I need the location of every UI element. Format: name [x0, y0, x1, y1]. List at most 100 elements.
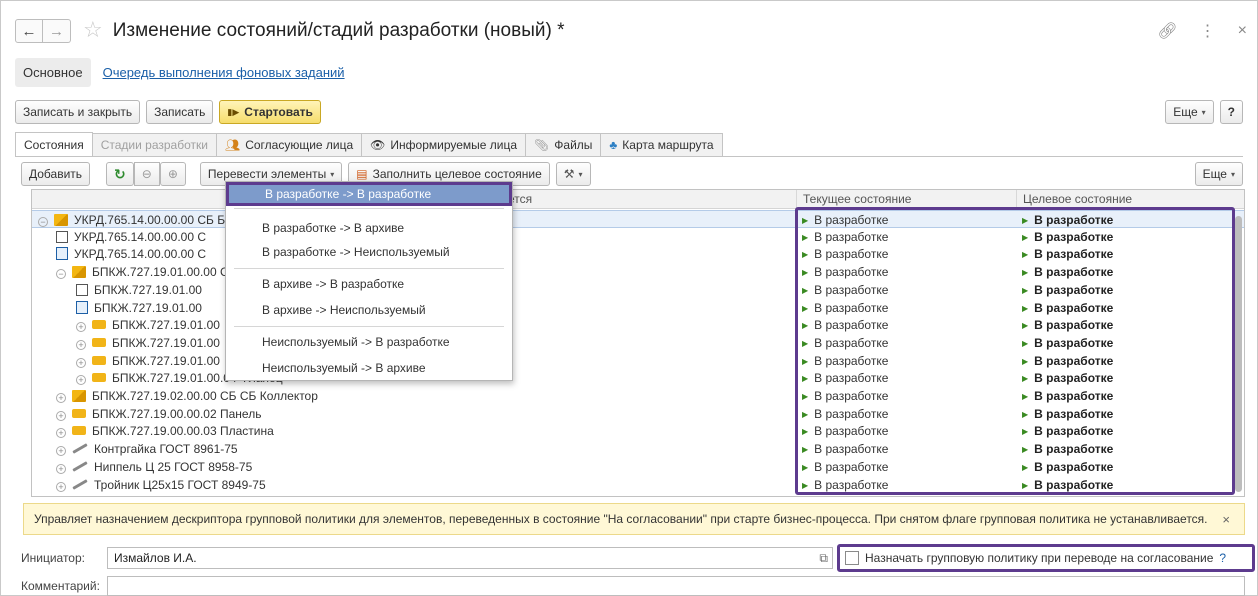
header-current[interactable]: Текущее состояние [796, 190, 1016, 209]
table-row[interactable]: БПКЖ.727.19.01.00 ▶ В разработке ▶ В разрабо… [32, 281, 1244, 299]
expand-node-icon[interactable]: + [76, 357, 86, 368]
tab-states[interactable]: Состояния [15, 132, 93, 156]
expand-node-icon[interactable]: + [56, 410, 66, 421]
open-icon[interactable]: ⧉ [819, 548, 828, 568]
expand-node-icon[interactable]: + [56, 481, 66, 492]
table-row[interactable]: + БПКЖ.727.19.00.00.03 Пластина ▶ В разрабо… [32, 422, 1244, 440]
table-row[interactable]: УКРД.765.14.00.00.00 С ▶ В разработке ▶ В ра… [32, 228, 1244, 246]
forward-button[interactable]: → [43, 19, 71, 43]
group-policy-label[interactable]: Назначать групповую политику при перевод… [865, 551, 1213, 565]
menu-item-dev-to-archive[interactable]: В разработке -> В архиве [226, 216, 512, 240]
tab-main[interactable]: Основное [15, 57, 91, 87]
help-icon[interactable]: ? [1219, 551, 1226, 565]
save-button[interactable]: Записать [146, 100, 214, 124]
table-row[interactable]: БПКЖ.727.19.01.00 ▶ В разработке ▶ В разрабо… [32, 299, 1244, 317]
table-row[interactable]: + БПКЖ.727.19.00.00.02 Панель ▶ В разработк… [32, 405, 1244, 423]
current-state-cell[interactable]: ▶ В разработке [796, 387, 1016, 405]
current-state-cell[interactable]: ▶ В разработке [796, 299, 1016, 317]
expand-node-icon[interactable]: + [56, 428, 66, 439]
current-state-cell[interactable]: ▶ В разработке [796, 211, 1016, 229]
back-button[interactable]: ← [15, 19, 43, 43]
close-icon[interactable]: × [1238, 22, 1247, 40]
menu-item-unused-to-dev[interactable]: Неиспользуемый -> В разработке [226, 330, 512, 354]
group-policy-checkbox[interactable] [845, 551, 859, 565]
tab-route-map[interactable]: ♣ Карта маршрута [600, 133, 723, 156]
target-state-cell[interactable]: ▶ В разработке [1016, 211, 1236, 229]
current-state-cell[interactable]: ▶ В разработке [796, 369, 1016, 387]
start-button[interactable]: ▮▶ Стартовать [219, 100, 321, 124]
save-and-close-button[interactable]: Записать и закрыть [15, 100, 141, 124]
expand-node-icon[interactable]: + [56, 463, 66, 474]
collapse-node-icon[interactable]: − [38, 217, 48, 227]
current-state-cell[interactable]: ▶ В разработке [796, 422, 1016, 440]
tab-informed[interactable]: 👁︎ Информируемые лица [361, 133, 527, 156]
target-state-cell[interactable]: ▶ В разработке [1016, 405, 1236, 423]
target-state-cell[interactable]: ▶ В разработке [1016, 316, 1236, 334]
target-state-cell[interactable]: ▶ В разработке [1016, 387, 1236, 405]
target-state-cell[interactable]: ▶ В разработке [1016, 476, 1236, 494]
target-state-cell[interactable]: ▶ В разработке [1016, 422, 1236, 440]
menu-item-archive-to-unused[interactable]: В архиве -> Неиспользуемый [226, 298, 512, 322]
expand-button[interactable]: ⊕ [159, 162, 186, 186]
tab-dev-stages[interactable]: Стадии разработки [91, 133, 217, 156]
current-state-cell[interactable]: ▶ В разработке [796, 334, 1016, 352]
target-state-cell[interactable]: ▶ В разработке [1016, 245, 1236, 263]
current-state-cell[interactable]: ▶ В разработке [796, 458, 1016, 476]
target-state-cell[interactable]: ▶ В разработке [1016, 458, 1236, 476]
current-state-cell[interactable]: ▶ В разработке [796, 405, 1016, 423]
tab-approvers[interactable]: 👥︎ Согласующие лица [215, 133, 363, 156]
target-state-cell[interactable]: ▶ В разработке [1016, 281, 1236, 299]
target-state-cell[interactable]: ▶ В разработке [1016, 334, 1236, 352]
expand-node-icon[interactable]: + [76, 375, 86, 386]
current-state-cell[interactable]: ▶ В разработке [796, 352, 1016, 370]
grid-more-button[interactable]: Еще ▾ [1194, 162, 1243, 186]
table-row[interactable]: + Тройник Ц25x15 ГОСТ 8949-75 ▶ В разработк… [32, 476, 1244, 494]
current-state-cell[interactable]: ▶ В разработке [796, 440, 1016, 458]
table-row[interactable]: + БПКЖ.727.19.01.00 ▶ В разработке ▶ В разраб… [32, 352, 1244, 370]
menu-item-dev-to-dev[interactable]: В разработке -> В разработке [226, 182, 512, 206]
current-state-cell[interactable]: ▶ В разработке [796, 263, 1016, 281]
more-button[interactable]: Еще ▾ [1165, 100, 1214, 124]
expand-node-icon[interactable]: + [56, 446, 66, 457]
table-row[interactable]: + БПКЖ.727.19.02.00.00 СБ СБ Коллектор ▶ В … [32, 387, 1244, 405]
table-row[interactable]: + Контргайка ГОСТ 8961-75 ▶ В разработке ▶ В … [32, 440, 1244, 458]
add-button[interactable]: Добавить [21, 162, 91, 186]
queue-link[interactable]: Очередь выполнения фоновых заданий [103, 65, 345, 80]
target-state-cell[interactable]: ▶ В разработке [1016, 369, 1236, 387]
header-target[interactable]: Целевое состояние [1016, 190, 1244, 209]
target-state-cell[interactable]: ▶ В разработке [1016, 352, 1236, 370]
menu-item-dev-to-unused[interactable]: В разработке -> Неиспользуемый [226, 240, 512, 264]
target-state-cell[interactable]: ▶ В разработке [1016, 263, 1236, 281]
more-vertical-icon[interactable]: ⋮ [1200, 21, 1216, 41]
collapse-node-icon[interactable]: − [56, 269, 66, 280]
target-state-cell[interactable]: ▶ В разработке [1016, 228, 1236, 246]
initiator-field[interactable]: Измайлов И.А. ⧉ [107, 547, 833, 569]
table-row[interactable]: УКРД.765.14.00.00.00 С ▶ В разработке ▶ В ра… [32, 245, 1244, 263]
expand-node-icon[interactable]: + [76, 339, 86, 350]
table-row[interactable]: + БПКЖ.727.19.01.00 ▶ В разработке ▶ В разраб… [32, 334, 1244, 352]
link-icon[interactable]: 🔗︎ [1157, 21, 1177, 41]
states-table[interactable]: ется Текущее состояние Целевое состояние… [31, 189, 1245, 497]
current-state-cell[interactable]: ▶ В разработке [796, 228, 1016, 246]
scrollbar[interactable] [1233, 210, 1243, 494]
target-state-cell[interactable]: ▶ В разработке [1016, 299, 1236, 317]
table-row[interactable]: + БПКЖ.727.19.01.00 ▶ В разработке ▶ В разраб… [32, 316, 1244, 334]
current-state-cell[interactable]: ▶ В разработке [796, 476, 1016, 494]
menu-item-archive-to-dev[interactable]: В архиве -> В разработке [226, 272, 512, 296]
tab-files[interactable]: 📎︎ Файлы [525, 133, 602, 156]
table-row[interactable]: − УКРД.765.14.00.00.00 СБ Б ▶ В разработке ▶… [32, 210, 1244, 228]
current-state-cell[interactable]: ▶ В разработке [796, 316, 1016, 334]
current-state-cell[interactable]: ▶ В разработке [796, 245, 1016, 263]
current-state-cell[interactable]: ▶ В разработке [796, 281, 1016, 299]
expand-node-icon[interactable]: + [76, 322, 86, 333]
collapse-button[interactable]: ⊖ [133, 162, 160, 186]
favorite-star-icon[interactable]: ☆ [83, 17, 103, 43]
tools-button[interactable]: ⚒ ▾ [555, 162, 591, 186]
menu-item-unused-to-archive[interactable]: Неиспользуемый -> В архиве [226, 356, 512, 380]
comment-field[interactable] [107, 576, 1245, 596]
table-row[interactable]: + Ниппель Ц 25 ГОСТ 8958-75 ▶ В разработке ▶… [32, 458, 1244, 476]
table-row[interactable]: − БПКЖ.727.19.01.00.00 С ▶ В разработке ▶ В р… [32, 263, 1244, 281]
table-row[interactable]: + БПКЖ.727.19.01.00.04 Фланец ▶ В разработк… [32, 369, 1244, 387]
close-icon[interactable]: × [1222, 512, 1230, 527]
scroll-thumb[interactable] [1235, 216, 1242, 492]
